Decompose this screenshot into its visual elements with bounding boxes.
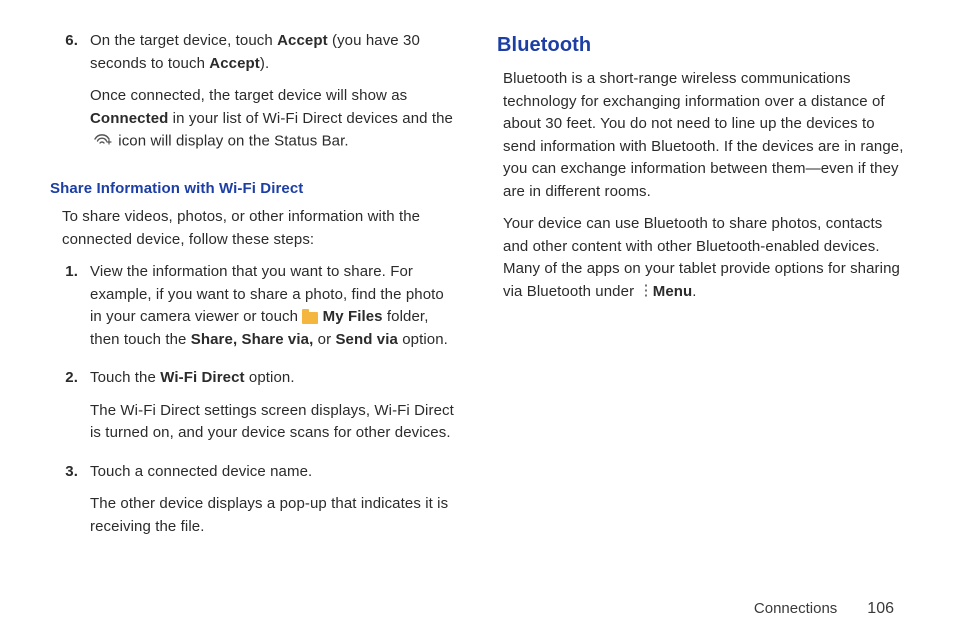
step-6-line-2: Once connected, the target device will s… [90,85,457,154]
step-number: 2. [50,367,90,455]
bold-wifi-direct: Wi-Fi Direct [160,369,244,386]
heading-share-info: Share Information with Wi-Fi Direct [50,178,457,201]
text: On the target device, touch [90,32,277,49]
step-1-text: View the information that you want to sh… [90,261,457,351]
step-number: 3. [50,461,90,549]
text: Once connected, the target device will s… [90,87,407,104]
footer-section: Connections [754,600,837,617]
footer-page-number: 106 [867,600,894,618]
text: in your list of Wi-Fi Direct devices and… [168,110,453,127]
step-6: 6. On the target device, touch Accept (y… [50,30,457,164]
bold-connected: Connected [90,110,168,127]
text: or [313,331,335,348]
wifi-direct-icon [92,130,112,154]
bold-menu: Menu [653,283,693,300]
step-2-line-1: Touch the Wi-Fi Direct option. [90,367,457,390]
bold-accept-1: Accept [277,32,328,49]
heading-bluetooth: Bluetooth [497,30,904,60]
text: icon will display on the Status Bar. [114,133,349,150]
left-column: 6. On the target device, touch Accept (y… [50,30,457,554]
right-column: Bluetooth Bluetooth is a short-range wir… [497,30,904,554]
step-body: Touch a connected device name. The other… [90,461,457,549]
bold-send-via: Send via [335,331,398,348]
manual-page: 6. On the target device, touch Accept (y… [0,0,954,636]
step-2: 2. Touch the Wi-Fi Direct option. The Wi… [50,367,457,455]
step-6-line-1: On the target device, touch Accept (you … [90,30,457,75]
text: option. [245,369,295,386]
step-body: On the target device, touch Accept (you … [90,30,457,164]
text: Touch the [90,369,160,386]
share-intro: To share videos, photos, or other inform… [62,206,457,251]
text: option. [398,331,448,348]
step-body: View the information that you want to sh… [90,261,457,361]
folder-icon [302,312,318,324]
step-2-line-2: The Wi-Fi Direct settings screen display… [90,400,457,445]
step-3-line-2: The other device displays a pop-up that … [90,493,457,538]
step-1: 1. View the information that you want to… [50,261,457,361]
text: Your device can use Bluetooth to share p… [503,215,900,300]
menu-icon [638,286,648,300]
text: ). [260,55,269,72]
bt-paragraph-1: Bluetooth is a short-range wireless comm… [503,68,904,203]
bt-paragraph-2: Your device can use Bluetooth to share p… [503,213,904,303]
step-3: 3. Touch a connected device name. The ot… [50,461,457,549]
step-body: Touch the Wi-Fi Direct option. The Wi-Fi… [90,367,457,455]
step-3-line-1: Touch a connected device name. [90,461,457,484]
page-footer: Connections 106 [754,600,894,618]
bold-accept-2: Accept [209,55,260,72]
columns: 6. On the target device, touch Accept (y… [50,30,904,554]
bold-share-via: Share, Share via, [191,331,314,348]
step-number: 1. [50,261,90,361]
step-number: 6. [50,30,90,164]
text: . [692,283,696,300]
bold-my-files: My Files [323,308,383,325]
